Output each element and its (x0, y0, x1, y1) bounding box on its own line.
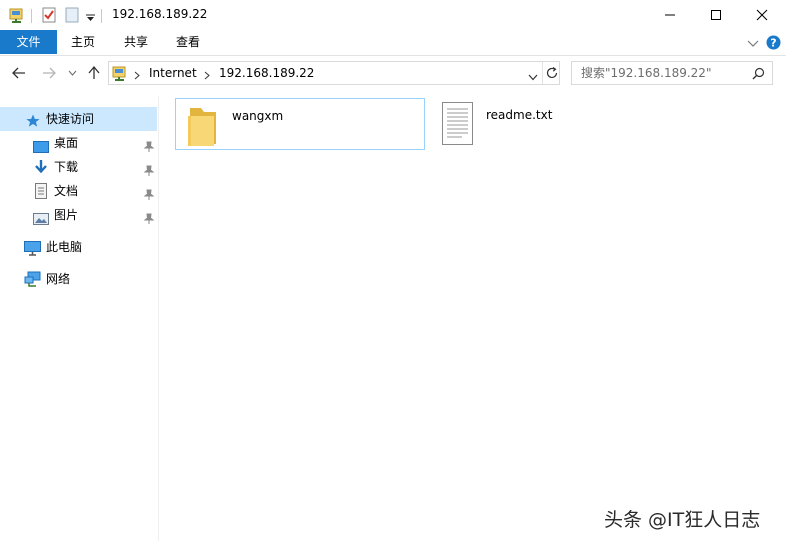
pin-icon (143, 137, 155, 152)
nav-network[interactable]: 网络 (0, 267, 157, 291)
search-icon[interactable] (752, 67, 765, 83)
file-item[interactable]: readme.txt (432, 98, 682, 150)
maximize-button[interactable] (693, 0, 739, 30)
folder-item[interactable]: wangxm (175, 98, 425, 150)
nav-item-desktop[interactable]: 桌面 (0, 131, 157, 155)
nav-label-network: 网络 (46, 272, 71, 286)
expand-ribbon-icon[interactable] (747, 37, 759, 51)
nav-quick-access[interactable]: 快速访问 (0, 107, 157, 131)
nav-label-pictures: 图片 (54, 208, 79, 222)
breadcrumb-host[interactable]: 192.168.189.22 (219, 62, 314, 84)
pictures-icon (33, 209, 49, 233)
nav-label-quick-access: 快速访问 (46, 112, 95, 126)
minimize-button[interactable] (647, 0, 693, 30)
network-location-icon (112, 65, 128, 84)
tab-home[interactable]: 主页 (60, 30, 106, 54)
refresh-icon[interactable] (545, 66, 559, 83)
tab-file[interactable]: 文件 (0, 30, 57, 54)
search-placeholder[interactable]: 搜索"192.168.189.22" (581, 62, 711, 84)
properties-icon[interactable] (41, 7, 57, 23)
pane-splitter[interactable] (158, 96, 159, 541)
breadcrumb-separator-icon[interactable] (204, 69, 210, 83)
pin-icon (143, 209, 155, 224)
window-title: 192.168.189.22 (112, 7, 208, 21)
forward-button[interactable] (40, 64, 58, 82)
network-drive-icon (9, 7, 25, 23)
help-icon[interactable]: ? (766, 35, 781, 53)
network-icon (24, 271, 41, 295)
tab-view[interactable]: 查看 (165, 30, 211, 54)
text-file-icon (442, 102, 473, 148)
back-button[interactable] (10, 64, 28, 82)
nav-label-downloads: 下载 (54, 160, 79, 174)
close-button[interactable] (739, 0, 785, 30)
nav-item-pictures[interactable]: 图片 (0, 203, 157, 227)
computer-icon (24, 240, 41, 264)
tab-share[interactable]: 共享 (113, 30, 159, 54)
file-name: readme.txt (486, 108, 553, 122)
folder-icon (186, 104, 218, 149)
svg-text:?: ? (770, 37, 776, 50)
recent-locations-chevron-icon[interactable] (63, 64, 81, 82)
folder-name: wangxm (232, 109, 284, 123)
address-divider (542, 62, 543, 84)
breadcrumb-separator-icon[interactable] (134, 69, 140, 83)
new-folder-icon[interactable] (64, 7, 80, 23)
nav-label-desktop: 桌面 (54, 136, 79, 150)
nav-label-this-pc: 此电脑 (46, 240, 83, 254)
nav-item-downloads[interactable]: 下载 (0, 155, 157, 179)
nav-label-documents: 文档 (54, 184, 79, 198)
pin-icon (143, 161, 155, 176)
customize-toolbar-icon[interactable] (86, 11, 95, 25)
toolbar-divider (101, 9, 102, 23)
breadcrumb-internet[interactable]: Internet (149, 62, 197, 84)
watermark-text: 头条 @IT狂人日志 (604, 509, 761, 531)
toolbar-divider (31, 9, 32, 23)
address-dropdown-chevron-icon[interactable] (528, 70, 538, 84)
up-button[interactable] (85, 64, 103, 82)
search-box[interactable]: 搜索"192.168.189.22" (571, 61, 773, 85)
pin-icon (143, 185, 155, 200)
nav-item-documents[interactable]: 文档 (0, 179, 157, 203)
nav-this-pc[interactable]: 此电脑 (0, 235, 157, 259)
address-bar[interactable]: Internet 192.168.189.22 (108, 61, 560, 85)
